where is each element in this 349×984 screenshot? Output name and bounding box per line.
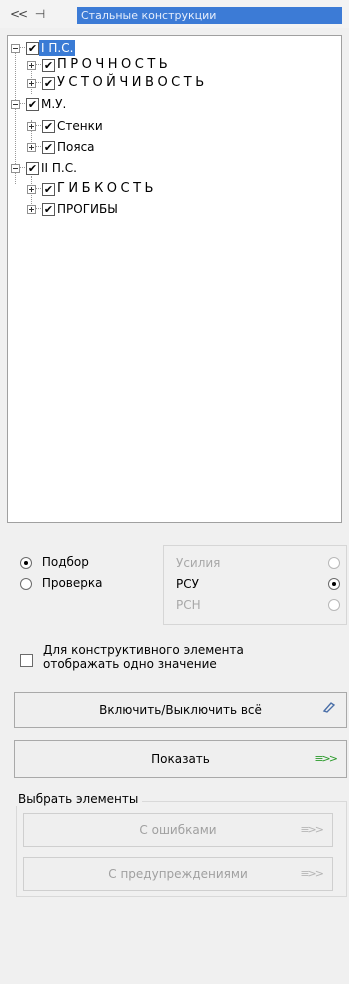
- radio-button[interactable]: [20, 577, 32, 590]
- select-errors-label: С ошибками: [139, 823, 217, 837]
- tree-node-webs[interactable]: ✔ Стенки: [27, 118, 105, 134]
- single-value-label-line2: отображать одно значение: [43, 657, 217, 671]
- expand-icon[interactable]: [27, 204, 36, 214]
- mode-radio-group: Подбор Проверка: [14, 545, 154, 625]
- tree-node-label: М.У.: [41, 97, 67, 111]
- radio-button[interactable]: [20, 556, 32, 569]
- tree-node-label: Пояса: [57, 140, 95, 154]
- tree-node-label: ПРОЧНОСТЬ: [57, 57, 172, 72]
- check-tree[interactable]: ✔ I П.С. ✔ ПРОЧНОСТЬ ✔ УСТОЙЧИВОСТЬ ✔ М.У. ✔…: [7, 35, 342, 523]
- panel-header: << ⊣ Стальные конструкции: [0, 0, 349, 28]
- expand-icon[interactable]: [27, 78, 36, 88]
- expand-icon[interactable]: [27, 60, 36, 70]
- tree-node-label: I П.С.: [39, 40, 76, 56]
- expand-icon[interactable]: [27, 142, 36, 152]
- radio-forces[interactable]: [328, 557, 340, 569]
- collapse-icon[interactable]: [11, 43, 20, 53]
- select-warnings-label: С предупреждениями: [108, 867, 248, 881]
- source-radio-group: Усилия РСУ РСН: [163, 545, 347, 625]
- radio-label: Проверка: [41, 576, 103, 590]
- radio-rsu[interactable]: [328, 578, 340, 590]
- show-button[interactable]: Показать ≡>>: [14, 740, 347, 778]
- pin-icon[interactable]: ⊣: [32, 6, 48, 22]
- show-arrows-icon: ≡>>: [314, 752, 338, 765]
- tree-checkbox[interactable]: ✔: [26, 161, 39, 175]
- tree-node-label: УСТОЙЧИВОСТЬ: [57, 75, 208, 90]
- toggle-all-button[interactable]: Включить/Выключить всё: [14, 692, 347, 728]
- tree-node-label: ПРОГИБЫ: [57, 202, 118, 216]
- tree-checkbox[interactable]: ✔: [42, 140, 55, 154]
- radio-rsu-label: РСУ: [176, 577, 199, 591]
- single-value-checkbox[interactable]: [20, 654, 33, 667]
- collapse-panel-button[interactable]: <<: [8, 6, 28, 22]
- show-label: Показать: [151, 752, 210, 766]
- select-errors-button[interactable]: С ошибками ≡>>: [23, 813, 333, 847]
- tree-checkbox[interactable]: ✔: [26, 97, 39, 111]
- collapse-icon[interactable]: [11, 99, 20, 109]
- tree-node-local-stability[interactable]: ✔ М.У.: [11, 96, 68, 112]
- tree-checkbox[interactable]: ✔: [26, 41, 39, 55]
- tree-node-strength[interactable]: ✔ ПРОЧНОСТЬ: [27, 57, 173, 73]
- expand-icon[interactable]: [27, 121, 36, 131]
- toggle-all-label: Включить/Выключить всё: [99, 703, 262, 717]
- tree-checkbox[interactable]: ✔: [42, 76, 55, 90]
- tree-node-deflections[interactable]: ✔ ПРОГИБЫ: [27, 201, 120, 217]
- tree-checkbox[interactable]: ✔: [42, 58, 55, 72]
- tree-node-slenderness[interactable]: ✔ ГИБКОСТЬ: [27, 181, 159, 197]
- tree-node-stability[interactable]: ✔ УСТОЙЧИВОСТЬ: [27, 75, 210, 91]
- radio-design[interactable]: Подбор: [20, 554, 89, 570]
- tree-node-label: ГИБКОСТЬ: [57, 181, 157, 196]
- radio-check[interactable]: Проверка: [20, 575, 102, 591]
- collapse-icon[interactable]: [11, 163, 20, 173]
- select-warnings-button[interactable]: С предупреждениями ≡>>: [23, 857, 333, 891]
- tree-node-label: Стенки: [57, 119, 103, 133]
- panel-title: Стальные конструкции: [77, 7, 342, 24]
- tree-checkbox[interactable]: ✔: [42, 202, 55, 216]
- radio-label: Подбор: [41, 555, 89, 569]
- select-elements-legend: Выбрать элементы: [16, 792, 143, 806]
- radio-rsn[interactable]: [328, 599, 340, 611]
- single-value-label: Для конструктивного элемента отображать …: [43, 643, 244, 671]
- tree-checkbox[interactable]: ✔: [42, 182, 55, 196]
- tree-checkbox[interactable]: ✔: [42, 119, 55, 133]
- expand-icon[interactable]: [27, 184, 36, 194]
- tree-node-ultimate-limit-state[interactable]: ✔ I П.С.: [11, 40, 76, 56]
- tree-node-flanges[interactable]: ✔ Пояса: [27, 139, 97, 155]
- tree-node-label: II П.С.: [41, 161, 77, 175]
- single-value-label-line1: Для конструктивного элемента: [43, 643, 244, 657]
- select-arrows-icon: ≡>>: [300, 823, 324, 836]
- tree-node-serviceability-limit-state[interactable]: ✔ II П.С.: [11, 160, 79, 176]
- radio-forces-label: Усилия: [176, 556, 221, 570]
- select-arrows-icon: ≡>>: [300, 867, 324, 880]
- single-value-option[interactable]: Для конструктивного элемента отображать …: [18, 643, 338, 673]
- eraser-icon: [322, 693, 336, 727]
- radio-rsn-label: РСН: [176, 598, 201, 612]
